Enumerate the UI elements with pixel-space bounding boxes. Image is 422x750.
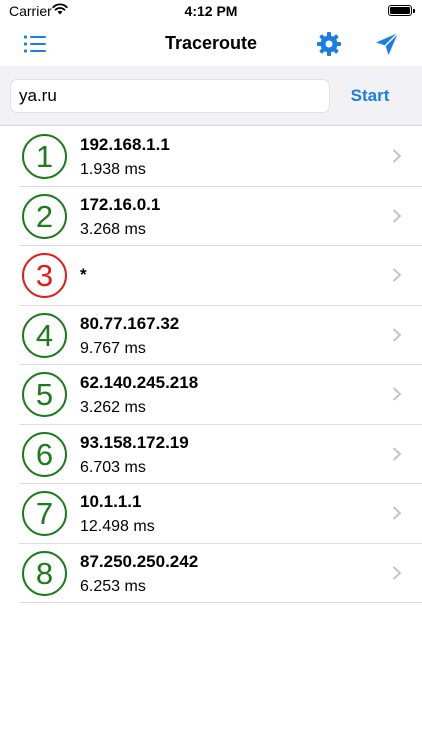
status-bar: Carrier 4:12 PM xyxy=(0,0,422,24)
battery-icon xyxy=(388,5,415,16)
start-button[interactable]: Start xyxy=(340,82,400,110)
hop-number-badge: 1 xyxy=(22,134,67,179)
chevron-right-icon xyxy=(393,328,401,341)
hop-latency: 9.767 ms xyxy=(80,339,146,357)
settings-button[interactable] xyxy=(314,30,344,58)
hop-list: 1 192.168.1.1 1.938 ms 2 172.16.0.1 3.268 ms 3… xyxy=(0,127,422,603)
clock: 4:12 PM xyxy=(184,3,238,19)
hop-latency: 6.253 ms xyxy=(80,577,146,595)
chevron-right-icon xyxy=(393,447,401,460)
chevron-right-icon xyxy=(393,268,401,282)
hop-host: 62.140.245.218 xyxy=(80,373,199,392)
hop-host: 80.77.167.32 xyxy=(80,313,180,333)
host-input[interactable] xyxy=(10,79,330,113)
hop-latency: 12.498 ms xyxy=(80,518,155,535)
hop-latency: 3.268 ms xyxy=(80,220,146,238)
hop-host: * xyxy=(80,265,87,284)
hop-latency: 3.262 ms xyxy=(80,399,146,416)
send-icon xyxy=(376,32,399,55)
hop-host: 87.250.250.242 xyxy=(80,551,199,571)
hop-row[interactable]: 3 * xyxy=(19,246,422,306)
hop-row[interactable]: 6 93.158.172.19 6.703 ms xyxy=(19,425,422,484)
chevron-right-icon xyxy=(393,209,401,222)
gear-icon xyxy=(317,32,341,56)
hop-number-badge: 7 xyxy=(22,491,67,536)
hop-number-badge: 3 xyxy=(22,253,67,298)
share-button[interactable] xyxy=(372,30,402,58)
hop-host: 192.168.1.1 xyxy=(80,135,170,154)
hop-row[interactable]: 7 10.1.1.1 12.498 ms xyxy=(19,484,422,544)
chevron-right-icon xyxy=(393,387,401,401)
hop-host: 10.1.1.1 xyxy=(80,492,142,511)
hop-number-badge: 4 xyxy=(22,312,67,358)
hop-host: 172.16.0.1 xyxy=(80,194,161,214)
hop-host: 93.158.172.19 xyxy=(80,432,189,452)
page-title: Traceroute xyxy=(164,33,258,53)
hop-row[interactable]: 8 87.250.250.242 6.253 ms xyxy=(19,544,422,603)
hop-row[interactable]: 4 80.77.167.32 9.767 ms xyxy=(19,306,422,365)
hop-number-badge: 6 xyxy=(22,431,67,477)
chevron-right-icon xyxy=(393,566,401,579)
hop-latency: 1.938 ms xyxy=(80,161,146,178)
hop-latency: 6.703 ms xyxy=(80,458,146,476)
hop-row[interactable]: 1 192.168.1.1 1.938 ms xyxy=(19,127,422,187)
hop-row[interactable]: 5 62.140.245.218 3.262 ms xyxy=(19,365,422,425)
hop-number-badge: 8 xyxy=(22,550,67,596)
chevron-right-icon xyxy=(393,506,401,520)
hop-number-badge: 5 xyxy=(22,372,67,417)
chevron-right-icon xyxy=(393,149,401,163)
hop-number-badge: 2 xyxy=(22,193,67,239)
hop-row[interactable]: 2 172.16.0.1 3.268 ms xyxy=(19,187,422,246)
nav-bar: Traceroute xyxy=(0,24,422,64)
search-bar: Start xyxy=(0,66,422,126)
